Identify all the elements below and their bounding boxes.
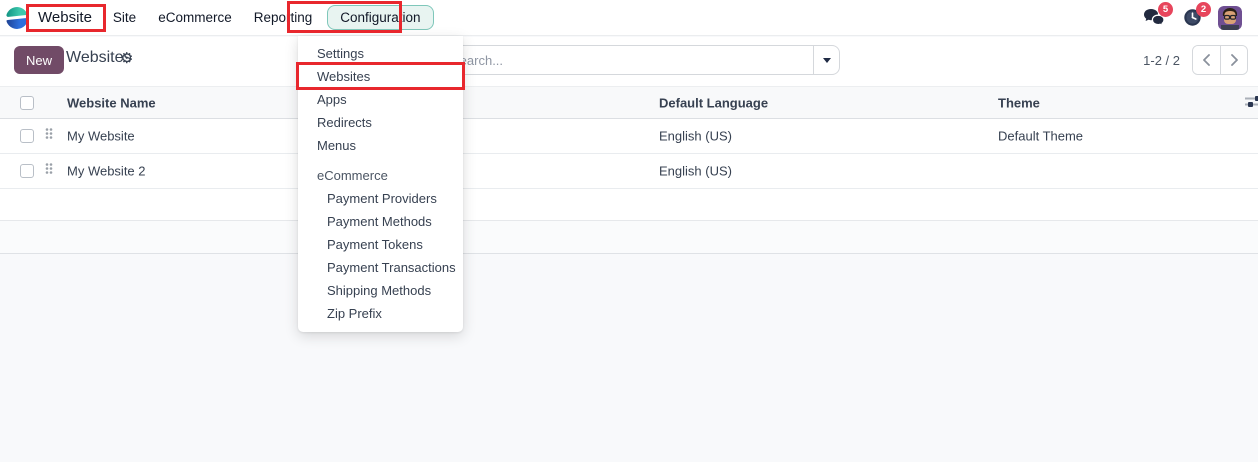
pager-previous-button[interactable]: [1193, 46, 1220, 74]
menu-item-payment-transactions[interactable]: Payment Transactions: [298, 256, 463, 279]
activities-badge: 2: [1196, 2, 1211, 17]
nav-menu-reporting[interactable]: Reporting: [243, 4, 324, 31]
column-header-theme[interactable]: Theme: [998, 95, 1040, 110]
cell-default-language[interactable]: English (US): [659, 129, 732, 144]
select-all-checkbox[interactable]: [20, 96, 34, 110]
menu-item-settings[interactable]: Settings: [298, 42, 463, 65]
menu-item-payment-methods[interactable]: Payment Methods: [298, 210, 463, 233]
table-row[interactable]: My Website English (US) Default Theme: [0, 119, 1258, 154]
column-header-website-name[interactable]: Website Name: [67, 95, 156, 110]
menu-item-apps[interactable]: Apps: [298, 88, 463, 111]
new-button[interactable]: New: [14, 46, 64, 74]
cell-website-name[interactable]: My Website: [67, 129, 135, 144]
user-avatar[interactable]: [1218, 6, 1242, 30]
pager: 1-2 / 2: [1143, 45, 1248, 75]
avatar-image: [1218, 6, 1242, 30]
menu-item-redirects[interactable]: Redirects: [298, 111, 463, 134]
app-name[interactable]: Website: [38, 9, 92, 26]
row-checkbox[interactable]: [20, 129, 34, 143]
cell-default-language[interactable]: English (US): [659, 164, 732, 179]
list-footer-row: [0, 221, 1258, 254]
chevron-right-icon: [1230, 54, 1239, 66]
list-header-row: Website Name Default Language Theme: [0, 86, 1258, 119]
search-input[interactable]: [451, 53, 803, 68]
menu-item-shipping-methods[interactable]: Shipping Methods: [298, 279, 463, 302]
website-app-logo-icon[interactable]: [6, 7, 28, 29]
caret-down-icon: [823, 58, 831, 63]
search-bar: [420, 45, 840, 75]
menu-section-ecommerce: eCommerce: [298, 164, 463, 187]
control-panel: New Websites ⚙ 1-2 / 2: [0, 37, 1258, 86]
menu-item-menus[interactable]: Menus: [298, 134, 463, 157]
cell-website-name[interactable]: My Website 2: [67, 164, 146, 179]
activities-icon[interactable]: 2: [1180, 6, 1204, 30]
menu-item-payment-providers[interactable]: Payment Providers: [298, 187, 463, 210]
top-navbar: Website Site eCommerce Reporting Configu…: [0, 0, 1258, 36]
menu-item-zip-prefix[interactable]: Zip Prefix: [298, 302, 463, 325]
nav-menu-configuration[interactable]: Configuration: [327, 5, 433, 30]
list-empty-row: [0, 189, 1258, 221]
odoo-website-app-screen: Website Site eCommerce Reporting Configu…: [0, 0, 1258, 462]
messages-badge: 5: [1158, 2, 1173, 17]
nav-menu-site[interactable]: Site: [102, 4, 147, 31]
pager-range: 1-2 / 2: [1143, 53, 1180, 68]
drag-handle-icon[interactable]: [45, 127, 53, 145]
table-row[interactable]: My Website 2 English (US): [0, 154, 1258, 189]
row-checkbox[interactable]: [20, 164, 34, 178]
view-settings-gear-icon[interactable]: ⚙: [120, 48, 133, 70]
search-dropdown-toggle[interactable]: [813, 46, 839, 74]
pager-next-button[interactable]: [1220, 46, 1247, 74]
cell-theme[interactable]: Default Theme: [998, 129, 1083, 144]
optional-columns-icon[interactable]: [1245, 95, 1258, 111]
menu-item-websites[interactable]: Websites: [298, 65, 463, 88]
menu-item-payment-tokens[interactable]: Payment Tokens: [298, 233, 463, 256]
configuration-dropdown-menu: Settings Websites Apps Redirects Menus e…: [298, 36, 463, 332]
column-header-default-language[interactable]: Default Language: [659, 95, 768, 110]
nav-menu-ecommerce[interactable]: eCommerce: [147, 4, 243, 31]
messages-icon[interactable]: 5: [1142, 6, 1166, 30]
chevron-left-icon: [1202, 54, 1211, 66]
systray: 5 2: [1142, 6, 1248, 30]
websites-list-view: Website Name Default Language Theme: [0, 86, 1258, 254]
drag-handle-icon[interactable]: [45, 162, 53, 180]
